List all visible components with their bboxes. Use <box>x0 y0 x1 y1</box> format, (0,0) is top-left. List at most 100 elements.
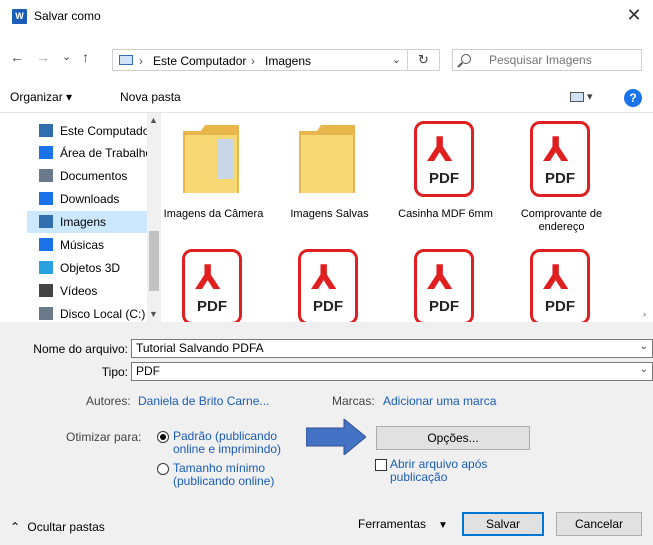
pdf-file-item[interactable]: ⅄ PDF Casinha MDF 6mm <box>378 113 493 243</box>
optimize-minimum-label[interactable]: Tamanho mínimo (publicando online) <box>173 462 293 488</box>
file-list: Imagens da Câmera Imagens Salvas ⅄ PDF Casin… <box>161 113 641 323</box>
acrobat-logo-icon: ⅄ <box>543 259 569 297</box>
optimize-standard-radio[interactable] <box>157 431 169 443</box>
sidebar-item[interactable]: Objetos 3D <box>27 257 147 279</box>
sidebar-item[interactable]: Músicas <box>27 234 147 256</box>
organize-button[interactable]: Organizar ▾ <box>10 90 72 104</box>
chevron-up-icon: ⌃ <box>10 520 21 534</box>
breadcrumb-pictures[interactable]: Imagens <box>265 54 311 68</box>
pictures-folder-icon <box>119 55 133 65</box>
downloads-icon <box>39 192 53 205</box>
change-view-button[interactable]: ▾ <box>570 90 593 103</box>
sidebar-item-label: Documentos <box>60 169 128 183</box>
sidebar-item-label: Downloads <box>60 192 120 206</box>
word-app-icon: W <box>12 9 27 24</box>
filename-field[interactable]: Tutorial Salvando PDFA ⌄ <box>131 339 653 358</box>
scroll-down-icon[interactable]: ▼ <box>149 309 158 319</box>
address-bar[interactable]: › Este Computador › Imagens ⌄ <box>112 49 408 71</box>
pdf-file-item[interactable]: ⅄ PDF <box>494 245 599 323</box>
optimize-standard-label[interactable]: Padrão (publicando online e imprimindo) <box>173 430 293 456</box>
acrobat-logo-icon: ⅄ <box>427 131 453 169</box>
file-list-scrollbar[interactable]: › <box>641 113 653 323</box>
folder-icon <box>299 125 355 193</box>
authors-value[interactable]: Daniela de Brito Carne... <box>138 394 269 408</box>
help-icon[interactable]: ? <box>624 89 642 107</box>
pdf-file-item[interactable]: ⅄ PDF <box>262 245 367 323</box>
sidebar-item-label: Objetos 3D <box>60 261 121 275</box>
address-dropdown-icon[interactable]: ⌄ <box>392 53 401 66</box>
videos-icon <box>39 284 53 297</box>
tags-label: Marcas: <box>332 394 375 408</box>
scroll-up-icon[interactable]: ▲ <box>149 115 158 125</box>
sidebar-item[interactable]: Este Computador <box>27 120 147 142</box>
file-name-label: Imagens Salvas <box>290 208 369 220</box>
sidebar-item[interactable]: Documentos <box>27 165 147 187</box>
open-after-label[interactable]: Abrir arquivo após publicação <box>390 458 500 484</box>
pdf-badge-label: PDF <box>429 170 459 187</box>
up-arrow-icon[interactable]: ↑ <box>82 49 89 65</box>
folder-item[interactable]: Imagens Salvas <box>262 113 369 243</box>
documents-icon <box>39 169 53 182</box>
file-name-label: Comprovante de endereço <box>520 208 603 233</box>
chevron-down-icon[interactable]: ⌄ <box>640 341 648 352</box>
music-icon <box>39 238 53 251</box>
forward-arrow-icon[interactable]: → <box>36 49 50 65</box>
search-input[interactable] <box>489 53 637 67</box>
sidebar-item-label: Vídeos <box>60 284 98 298</box>
file-name-label: Imagens da Câmera <box>163 208 264 220</box>
sidebar-item[interactable]: Disco Local (C:) <box>27 303 147 323</box>
sidebar-item[interactable]: Imagens <box>27 211 147 233</box>
open-after-checkbox[interactable] <box>375 459 387 471</box>
pdf-badge-label: PDF <box>545 170 575 187</box>
folder-item[interactable]: Imagens da Câmera <box>161 113 263 243</box>
recent-locations-chevron-icon[interactable]: ⌄ <box>62 50 71 63</box>
hide-folders-toggle[interactable]: ⌃ Ocultar pastas <box>10 520 105 534</box>
breadcrumb-separator: › <box>139 54 143 68</box>
new-folder-button[interactable]: Nova pasta <box>120 90 181 104</box>
save-button[interactable]: Salvar <box>462 512 544 536</box>
sidebar-item-label: Músicas <box>60 238 105 252</box>
optimize-minimum-radio[interactable] <box>157 463 169 475</box>
caret-down-icon: ▼ <box>438 520 448 531</box>
pdf-file-item[interactable]: ⅄ PDF <box>378 245 483 323</box>
filename-value: Tutorial Salvando PDFA <box>136 341 264 355</box>
chevron-down-icon[interactable]: ⌄ <box>640 364 648 375</box>
scroll-right-arrow-icon[interactable]: › <box>643 309 646 319</box>
folder-icon <box>183 125 239 193</box>
scroll-thumb[interactable] <box>149 231 159 291</box>
options-button[interactable]: Opções... <box>376 426 530 450</box>
refresh-button[interactable]: ↻ <box>408 49 440 71</box>
cancel-button[interactable]: Cancelar <box>556 512 642 536</box>
acrobat-logo-icon: ⅄ <box>311 259 337 297</box>
filename-label: Nome do arquivo: <box>33 342 128 356</box>
tools-button[interactable]: Ferramentas ▼ <box>358 517 448 531</box>
type-label: Tipo: <box>101 365 128 379</box>
add-tag-link[interactable]: Adicionar uma marca <box>383 394 496 408</box>
back-arrow-icon[interactable]: ← <box>10 49 24 65</box>
sidebar-item[interactable]: Downloads <box>27 188 147 210</box>
sidebar-item[interactable]: Vídeos <box>27 280 147 302</box>
computer-icon <box>39 124 53 137</box>
file-type-select[interactable]: PDF ⌄ <box>131 362 653 381</box>
sidebar-item-label: Este Computador <box>60 124 147 138</box>
pdf-file-item[interactable]: ⅄ PDF Comprovante de endereço <box>494 113 602 243</box>
view-icon <box>570 92 584 103</box>
pdf-badge-label: PDF <box>197 298 227 315</box>
breadcrumb-this-pc[interactable]: Este Computador <box>153 54 246 68</box>
sidebar-item-label: Área de Trabalho <box>60 146 147 160</box>
desktop-icon <box>39 146 53 159</box>
close-icon[interactable]: ✕ <box>621 3 647 27</box>
search-icon <box>461 54 471 64</box>
pdf-badge-label: PDF <box>545 298 575 315</box>
pdf-file-item[interactable]: ⅄ PDF <box>161 245 251 323</box>
navigation-pane-scrollbar[interactable]: ▲ ▼ <box>147 113 161 323</box>
pdf-badge-label: PDF <box>429 298 459 315</box>
pdf-icon: ⅄ PDF <box>182 249 242 323</box>
navigation-bar: ← → ⌄ ↑ › Este Computador › Imagens ⌄ ↻ <box>0 44 653 74</box>
sidebar-item[interactable]: Área de Trabalho <box>27 142 147 164</box>
pdf-icon: ⅄ PDF <box>530 121 590 197</box>
title-bar: W Salvar como ✕ <box>0 0 653 32</box>
pdf-badge-label: PDF <box>313 298 343 315</box>
pdf-icon: ⅄ PDF <box>298 249 358 323</box>
search-box[interactable] <box>452 49 642 71</box>
